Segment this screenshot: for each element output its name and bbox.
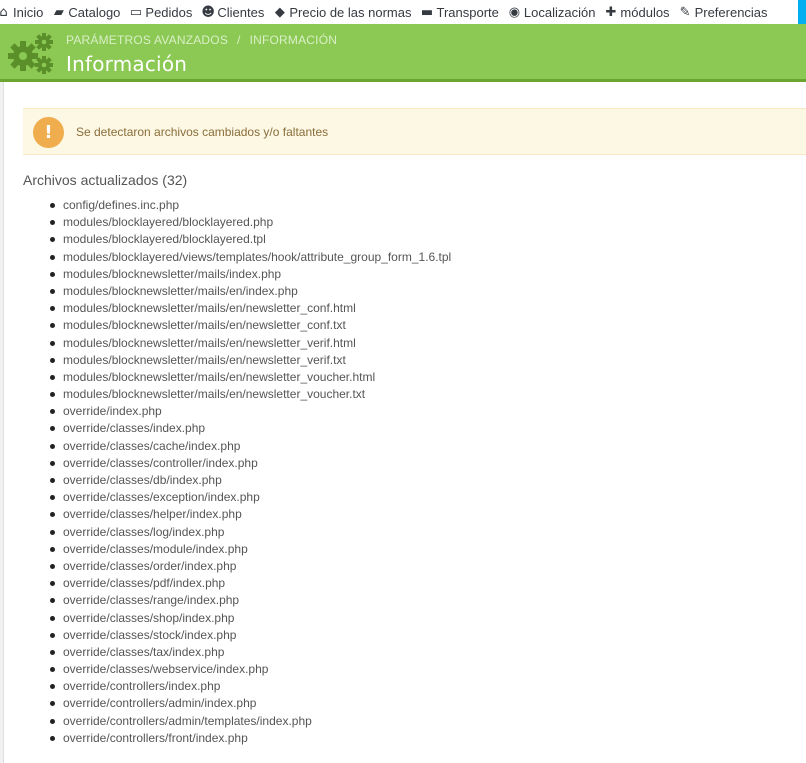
nav-item-label: Preferencias [694,4,768,20]
puzzle-icon: ✚ [605,4,617,20]
nav-item-modulos[interactable]: ✚ módulos [604,5,669,20]
list-item: override/controllers/front/index.php [50,730,451,747]
nav-item-localizacion[interactable]: ◉ Localización [508,5,596,20]
nav-item-clientes[interactable]: ☻ Clientes [201,5,264,20]
nav-item-label: Localización [523,4,596,20]
page-header: PARÁMETROS AVANZADOS / INFORMACIÓN Informa… [0,24,806,79]
list-item: override/classes/shop/index.php [50,610,451,627]
breadcrumb-separator: / [237,33,241,47]
nav-item-label: Pedidos [145,4,193,20]
nav-item-label: Inicio [13,4,44,20]
list-item: modules/blocklayered/blocklayered.php [50,214,451,231]
nav-item-pedidos[interactable]: ▭ Pedidos [129,4,193,20]
nav-item-advanced-active[interactable] [798,0,806,24]
list-item: override/classes/webservice/index.php [50,661,451,678]
gears-icon [8,33,53,74]
list-item: override/classes/range/index.php [50,592,451,609]
breadcrumb-item-info: INFORMACIÓN [249,33,338,47]
list-item: modules/blocknewsletter/mails/en/newslet… [50,386,451,403]
book-icon: ▰ [53,4,64,20]
home-icon: ⌂ [0,4,8,20]
list-item: override/controllers/index.php [50,678,451,695]
list-item: override/classes/exception/index.php [50,489,451,506]
nav-item-inicio[interactable]: ⌂ Inicio [0,5,43,20]
nav-item-preferencias[interactable]: ✎ Preferencias [679,5,768,20]
content-panel: ! Se detectaron archivos cambiados y/o f… [3,82,806,763]
list-item: modules/blocklayered/views/templates/hoo… [50,249,451,266]
list-item: modules/blocklayered/blocklayered.tpl [50,231,451,248]
list-item: modules/blocknewsletter/mails/en/index.p… [50,283,451,300]
list-item: override/classes/stock/index.php [50,627,451,644]
list-item: config/defines.inc.php [50,197,451,214]
list-item: modules/blocknewsletter/mails/index.php [50,266,451,283]
globe-icon: ◉ [508,4,521,20]
list-item: modules/blocknewsletter/mails/en/newslet… [50,300,451,317]
page-title: Información [66,52,188,76]
tags-icon: ◆ [274,4,285,20]
credit-card-icon: ▭ [129,4,143,20]
nav-item-label: Transporte [436,4,499,20]
top-nav: ⌂ Inicio ▰ Catalogo ▭ Pedidos ☻ Clientes ◆ Pr… [0,0,806,24]
nav-item-label: Catalogo [68,4,121,20]
list-item: override/index.php [50,403,451,420]
breadcrumb-item-advanced[interactable]: PARÁMETROS AVANZADOS [66,33,228,47]
exclamation-icon: ! [33,117,64,148]
alert-message: Se detectaron archivos cambiados y/o fal… [76,125,329,139]
truck-icon: ▬ [420,4,434,20]
wrench-icon: ✎ [679,4,691,20]
nav-item-label: Precio de las normas [289,4,412,20]
list-item: override/classes/controller/index.php [50,455,451,472]
warning-alert: ! Se detectaron archivos cambiados y/o f… [23,108,806,155]
list-item: modules/blocknewsletter/mails/en/newslet… [50,317,451,334]
list-item: override/classes/module/index.php [50,541,451,558]
updated-files-heading: Archivos actualizados (32) [23,172,188,188]
list-item: modules/blocknewsletter/mails/en/newslet… [50,352,451,369]
list-item: override/classes/cache/index.php [50,438,451,455]
list-item: override/controllers/admin/templates/ind… [50,713,451,730]
nav-item-label: Clientes [217,4,265,20]
list-item: override/classes/db/index.php [50,472,451,489]
users-icon: ☻ [201,4,215,20]
list-item: override/classes/pdf/index.php [50,575,451,592]
list-item: override/classes/order/index.php [50,558,451,575]
list-item: override/controllers/admin/index.php [50,695,451,712]
nav-item-catalogo[interactable]: ▰ Catalogo [52,4,121,20]
list-item: override/classes/tax/index.php [50,644,451,661]
nav-item-transporte[interactable]: ▬ Transporte [420,4,499,20]
breadcrumb: PARÁMETROS AVANZADOS / INFORMACIÓN [66,33,337,47]
list-item: override/classes/index.php [50,420,451,437]
list-item: modules/blocknewsletter/mails/en/newslet… [50,335,451,352]
updated-files-list: config/defines.inc.php modules/blocklaye… [50,197,451,747]
nav-item-precio[interactable]: ◆ Precio de las normas [273,4,412,20]
list-item: override/classes/log/index.php [50,524,451,541]
nav-item-label: módulos [620,4,670,20]
list-item: override/classes/helper/index.php [50,506,451,523]
list-item: modules/blocknewsletter/mails/en/newslet… [50,369,451,386]
